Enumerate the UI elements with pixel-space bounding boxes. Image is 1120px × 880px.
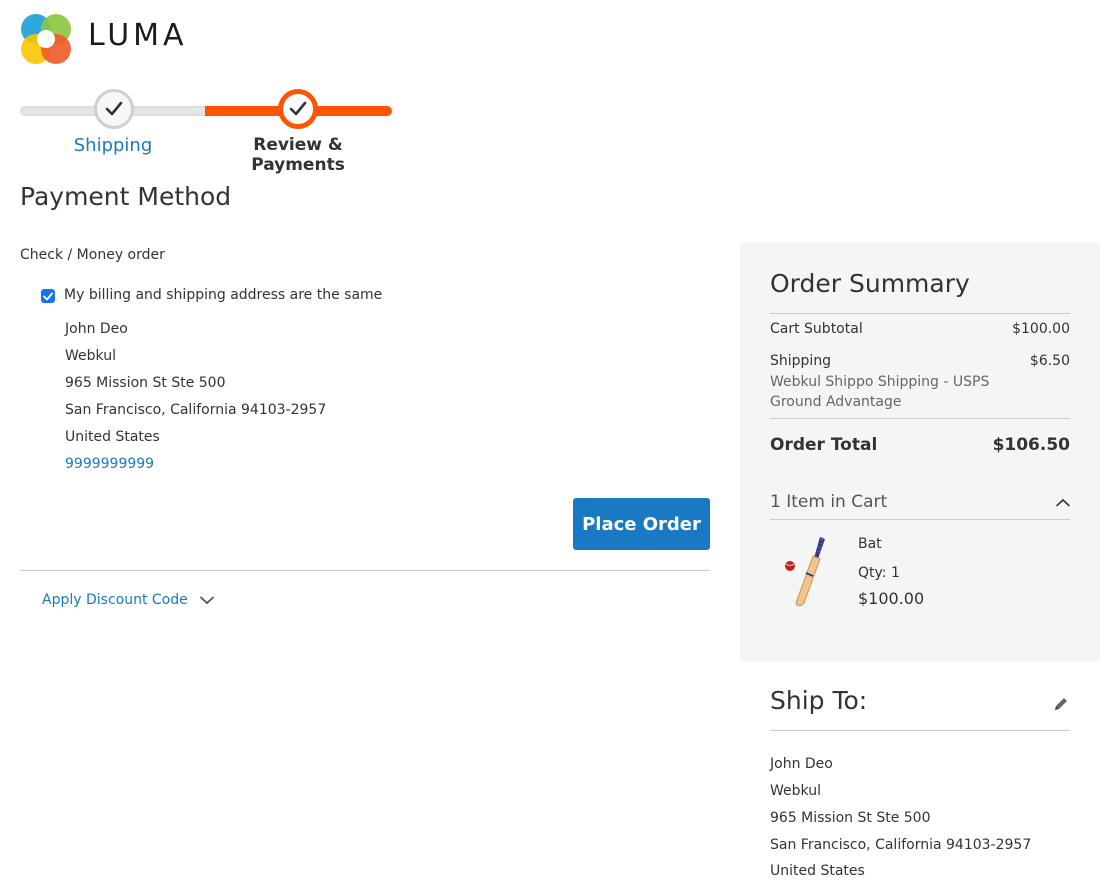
payment-method-title[interactable]: Check / Money order bbox=[20, 247, 165, 263]
order-total-value: $106.50 bbox=[992, 435, 1070, 455]
items-in-cart-toggle[interactable]: 1 Item in Cart bbox=[770, 486, 1070, 518]
ship-to-street: 965 Mission St Ste 500 bbox=[770, 810, 931, 826]
payment-method-heading: Payment Method bbox=[20, 182, 232, 211]
ship-to-divider bbox=[770, 730, 1070, 731]
billing-city-line: San Francisco, California 94103-2957 bbox=[65, 402, 327, 418]
billing-company: Webkul bbox=[65, 348, 116, 364]
pencil-edit-icon[interactable] bbox=[1052, 695, 1070, 713]
cart-item-price: $100.00 bbox=[858, 589, 925, 608]
shipping-label: Shipping bbox=[770, 353, 832, 369]
section-divider bbox=[20, 570, 710, 571]
checkmark-icon bbox=[289, 101, 307, 116]
same-address-label[interactable]: My billing and shipping address are the … bbox=[64, 287, 382, 303]
items-in-cart-label: 1 Item in Cart bbox=[770, 492, 888, 512]
step-shipping-marker bbox=[94, 89, 134, 129]
chevron-up-icon bbox=[1056, 498, 1070, 506]
apply-discount-label: Apply Discount Code bbox=[42, 592, 188, 608]
brand-name: LUMA bbox=[88, 18, 188, 53]
luma-logo-icon[interactable] bbox=[20, 13, 72, 65]
order-total-label: Order Total bbox=[770, 435, 878, 455]
billing-phone-link[interactable]: 9999999999 bbox=[65, 456, 154, 472]
cart-item-name: Bat bbox=[858, 536, 882, 552]
summary-divider bbox=[770, 313, 1070, 314]
summary-divider bbox=[770, 418, 1070, 419]
apply-discount-toggle[interactable]: Apply Discount Code bbox=[42, 592, 214, 608]
checkmark-icon bbox=[105, 101, 123, 116]
ship-to-name: John Deo bbox=[770, 756, 833, 772]
cart-subtotal-value: $100.00 bbox=[1012, 321, 1070, 337]
billing-street: 965 Mission St Ste 500 bbox=[65, 375, 226, 391]
chevron-down-icon bbox=[199, 596, 214, 604]
step-shipping-link[interactable]: Shipping bbox=[66, 135, 160, 156]
billing-name: John Deo bbox=[65, 321, 128, 337]
order-summary-title: Order Summary bbox=[770, 269, 970, 298]
same-address-checkbox[interactable] bbox=[41, 289, 55, 303]
cricket-bat-icon bbox=[785, 537, 825, 607]
place-order-button[interactable]: Place Order bbox=[573, 498, 710, 550]
summary-divider bbox=[770, 519, 1070, 520]
ship-to-title: Ship To: bbox=[770, 686, 868, 715]
ship-to-company: Webkul bbox=[770, 783, 821, 799]
checkbox-check-icon bbox=[43, 292, 53, 300]
shipping-method-text: Webkul Shippo Shipping - USPS Ground Adv… bbox=[770, 374, 990, 410]
shipping-value: $6.50 bbox=[1029, 353, 1070, 369]
step-review-label: Review & Payments bbox=[251, 135, 345, 175]
ship-to-country: United States bbox=[770, 863, 865, 879]
cart-subtotal-label: Cart Subtotal bbox=[770, 321, 863, 337]
cart-item-qty: Qty: 1 bbox=[858, 565, 900, 581]
step-review-marker bbox=[278, 89, 318, 129]
billing-country: United States bbox=[65, 429, 160, 445]
ship-to-city-line: San Francisco, California 94103-2957 bbox=[770, 837, 1032, 853]
